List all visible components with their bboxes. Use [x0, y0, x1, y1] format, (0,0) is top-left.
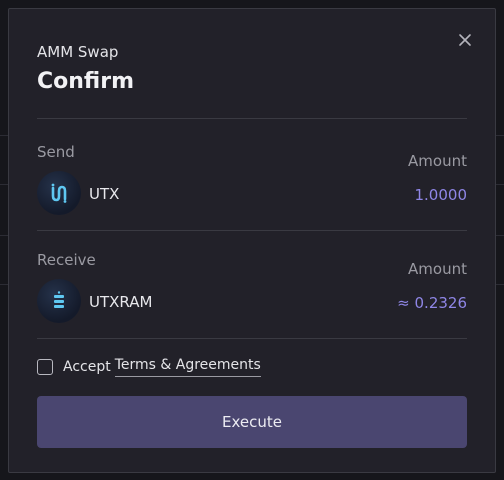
swap-confirm-modal: AMM Swap Confirm Send Amount UTX 1.0000 …	[8, 8, 496, 473]
terms-row: Accept Terms & Agreements	[37, 357, 261, 377]
modal-subtitle: AMM Swap	[37, 43, 119, 61]
accept-label: Accept	[63, 359, 111, 375]
receive-label: Receive	[37, 251, 96, 269]
accept-terms-checkbox[interactable]	[37, 359, 53, 375]
utxram-token-icon	[37, 279, 81, 323]
receive-amount-label: Amount	[408, 260, 467, 278]
divider	[37, 230, 467, 231]
send-amount-value: 1.0000	[414, 186, 468, 204]
close-icon	[459, 34, 471, 46]
terms-link[interactable]: Terms & Agreements	[114, 357, 261, 377]
execute-button[interactable]: Execute	[37, 396, 467, 448]
send-amount-label: Amount	[408, 152, 467, 170]
receive-amount-value: ≈ 0.2326	[397, 294, 467, 312]
divider	[37, 338, 467, 339]
receive-token-name: UTXRAM	[89, 293, 153, 311]
modal-title: Confirm	[37, 69, 135, 94]
close-button[interactable]	[457, 32, 473, 48]
utx-token-icon	[37, 171, 81, 215]
send-label: Send	[37, 143, 75, 161]
divider	[37, 118, 467, 119]
send-token-name: UTX	[89, 185, 120, 203]
